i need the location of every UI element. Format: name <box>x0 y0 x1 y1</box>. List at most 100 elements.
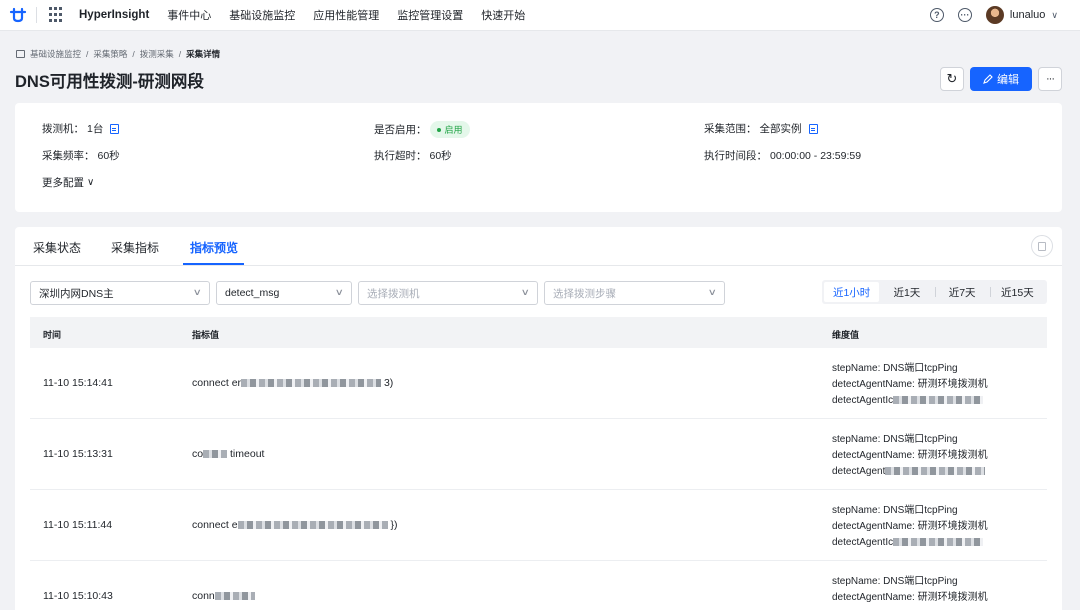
redacted-text <box>241 379 382 388</box>
row-dim-step: stepName: DNS端口tcpPing <box>832 505 958 516</box>
breadcrumb-separator: / <box>178 49 182 59</box>
column-time: 时间 <box>43 330 62 340</box>
breadcrumb-item-current: 采集详情 <box>186 49 221 59</box>
nav-item-apm[interactable]: 应用性能管理 <box>313 7 379 23</box>
breadcrumb-item-infra[interactable]: 基础设施监控 <box>30 48 81 60</box>
row-time: 11-10 15:10:43 <box>43 590 113 602</box>
edit-button[interactable]: 编辑 <box>970 67 1032 91</box>
time-range-7d[interactable]: 近7天 <box>934 282 990 302</box>
more-config-label: 更多配置 <box>42 177 84 189</box>
tab-collect-status[interactable]: 采集状态 <box>33 239 81 256</box>
row-dim-agent: detectAgentName: 研测环境拨测机 <box>832 450 988 461</box>
time-range-group: 近1小时 近1天 近7天 近15天 <box>822 280 1047 304</box>
main-card: 采集状态 采集指标 指标预览 深圳内网DNS主 ∨ detect_msg ∨ 选… <box>15 227 1062 610</box>
document-icon[interactable] <box>110 123 120 134</box>
breadcrumb-separator: / <box>86 49 89 59</box>
more-config-toggle[interactable]: 更多配置 ∨ <box>42 175 94 190</box>
target-select[interactable]: 深圳内网DNS主 ∨ <box>30 281 210 305</box>
info-period: 执行时间段： 00:00:00 - 23:59:59 <box>704 148 861 163</box>
brand-name[interactable]: HyperInsight <box>79 9 149 21</box>
nav-item-settings[interactable]: 监控管理设置 <box>397 7 463 23</box>
info-freq-value: 60秒 <box>97 150 120 162</box>
row-dimensions: stepName: DNS端口tcpPing detectAgentName: … <box>832 432 988 480</box>
tab-collect-metrics[interactable]: 采集指标 <box>111 239 159 256</box>
table-row[interactable]: 11-10 15:13:31 co timeout stepName: DNS端… <box>30 419 1047 490</box>
info-enabled: 是否启用： 启用 <box>374 121 470 138</box>
info-card: 拨测机： 1台 是否启用： 启用 采集范围： 全部实例 采集频率： 60秒 执行… <box>15 103 1062 212</box>
row-dimensions: stepName: DNS端口tcpPing detectAgentName: … <box>832 574 988 606</box>
table-row[interactable]: 11-10 15:10:43 conn stepName: DNS端口tcpPi… <box>30 561 1047 610</box>
info-timeout-value: 60秒 <box>429 150 452 162</box>
row-value: connect e }) <box>192 519 397 531</box>
export-icon[interactable] <box>1031 235 1053 257</box>
document-icon[interactable] <box>808 123 818 134</box>
step-select[interactable]: 选择拨测步骤 ∨ <box>544 281 725 305</box>
redacted-text <box>203 450 228 459</box>
metric-select-value: detect_msg <box>225 287 280 299</box>
breadcrumb-item-policy[interactable]: 采集策略 <box>93 48 127 60</box>
probe-select[interactable]: 选择拨测机 ∨ <box>358 281 538 305</box>
row-dim-agent: detectAgentName: 研测环境拨测机 <box>832 379 988 390</box>
hyperinsight-logo-icon[interactable] <box>0 0 36 31</box>
row-dimensions: stepName: DNS端口tcpPing detectAgentName: … <box>832 361 988 409</box>
row-time: 11-10 15:11:44 <box>43 519 113 531</box>
target-select-value: 深圳内网DNS主 <box>39 287 114 300</box>
info-timeout-label: 执行超时： <box>374 150 427 162</box>
refresh-button[interactable]: ↻ <box>940 67 964 91</box>
nav-divider <box>36 7 37 23</box>
chevron-down-icon: ∨ <box>708 287 718 297</box>
row-dim-step: stepName: DNS端口tcpPing <box>832 576 958 587</box>
chevron-down-icon: ∨ <box>87 177 95 188</box>
time-range-15d[interactable]: 近15天 <box>989 282 1045 302</box>
column-dimensions: 维度值 <box>832 330 860 340</box>
info-probe-value: 1台 <box>87 123 104 135</box>
row-value-suffix: timeout <box>230 448 265 460</box>
row-dimensions: stepName: DNS端口tcpPing detectAgentName: … <box>832 503 988 551</box>
question-circle-icon[interactable]: ? <box>929 8 944 22</box>
time-range-1d[interactable]: 近1天 <box>879 282 934 302</box>
info-enabled-label: 是否启用： <box>374 124 427 136</box>
row-value: co timeout <box>192 448 264 460</box>
table-row[interactable]: 11-10 15:11:44 connect e }) stepName: DN… <box>30 490 1047 561</box>
info-scope-value: 全部实例 <box>759 123 802 135</box>
pencil-icon <box>983 74 993 84</box>
row-dim-agent: detectAgentName: 研测环境拨测机 <box>832 521 988 532</box>
info-frequency: 采集频率： 60秒 <box>42 148 120 163</box>
edit-button-label: 编辑 <box>997 74 1019 86</box>
info-scope-label: 采集范围： <box>704 123 757 135</box>
chevron-down-icon: ∨ <box>335 287 345 297</box>
table-header: 时间 指标值 维度值 <box>30 317 1047 348</box>
row-dim-agent-id-label: detectAgentIc <box>832 537 894 548</box>
more-button[interactable]: ··· <box>1038 67 1062 91</box>
row-value-suffix: }) <box>390 519 398 531</box>
info-probe: 拨测机： 1台 <box>42 121 120 136</box>
table-row[interactable]: 11-10 15:14:41 connect er 3) stepName: D… <box>30 348 1047 419</box>
row-value-prefix: connect er <box>192 377 242 389</box>
nav-item-events[interactable]: 事件中心 <box>167 7 211 23</box>
info-freq-label: 采集频率： <box>42 150 95 162</box>
chat-icon[interactable]: ··· <box>957 8 972 22</box>
row-dim-step: stepName: DNS端口tcpPing <box>832 434 958 445</box>
redacted-text <box>885 467 986 476</box>
info-probe-label: 拨测机： <box>42 123 84 135</box>
row-value-prefix: conn <box>192 590 215 602</box>
tab-bar: 采集状态 采集指标 指标预览 <box>15 227 1062 266</box>
row-value-prefix: co <box>192 448 204 460</box>
redacted-text <box>893 396 984 405</box>
info-timeout: 执行超时： 60秒 <box>374 148 452 163</box>
apps-grid-icon[interactable] <box>49 7 65 23</box>
breadcrumb: 基础设施监控 / 采集策略 / 拨测采集 / 采集详情 <box>16 48 220 60</box>
time-range-1h[interactable]: 近1小时 <box>824 282 880 302</box>
metric-select[interactable]: detect_msg ∨ <box>216 281 352 305</box>
top-nav: HyperInsight 事件中心 基础设施监控 应用性能管理 监控管理设置 快… <box>0 0 1080 31</box>
redacted-text <box>214 592 255 601</box>
avatar <box>985 6 1004 24</box>
row-dim-agent-id-label: detectAgent <box>832 466 886 477</box>
breadcrumb-separator: / <box>132 49 135 59</box>
breadcrumb-item-dial[interactable]: 拨测采集 <box>140 48 174 60</box>
nav-item-infra[interactable]: 基础设施监控 <box>229 7 295 23</box>
nav-item-quickstart[interactable]: 快速开始 <box>481 7 525 23</box>
column-value: 指标值 <box>192 330 220 340</box>
tab-metric-preview[interactable]: 指标预览 <box>190 239 238 256</box>
user-menu[interactable]: lunaluo ∨ <box>985 6 1058 24</box>
